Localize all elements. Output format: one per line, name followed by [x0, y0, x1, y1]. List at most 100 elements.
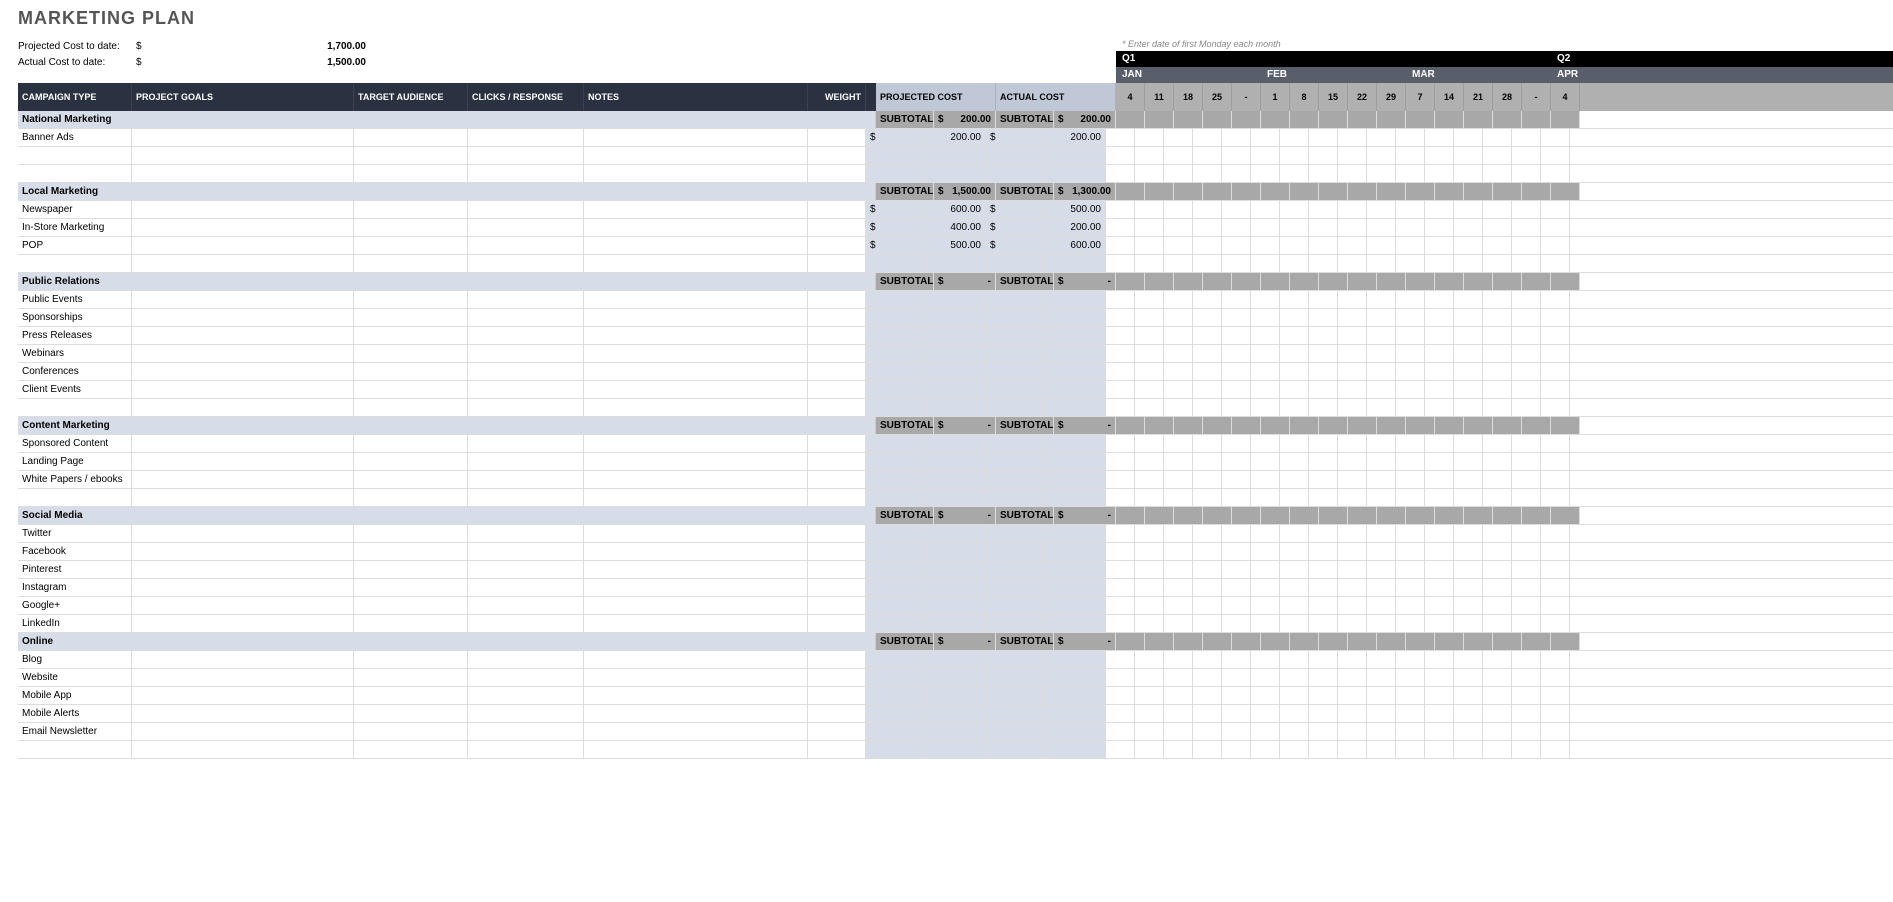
date-cell[interactable] [1164, 489, 1193, 506]
date-cell[interactable] [1483, 471, 1512, 488]
date-cell[interactable] [1541, 381, 1570, 398]
campaign-name-cell[interactable]: White Papers / ebooks [18, 471, 132, 488]
date-cell[interactable] [1222, 435, 1251, 452]
projected-cost-curr-cell[interactable] [866, 561, 924, 578]
projected-cost-value-cell[interactable] [924, 543, 986, 560]
project-goals-cell[interactable] [132, 543, 354, 560]
date-cell[interactable] [1106, 543, 1135, 560]
clicks-response-cell[interactable] [468, 381, 584, 398]
projected-cost-value-cell[interactable] [924, 579, 986, 596]
date-cell[interactable] [1251, 129, 1280, 146]
weight-cell[interactable] [808, 579, 866, 596]
notes-cell[interactable] [584, 255, 808, 272]
target-audience-cell[interactable] [354, 489, 468, 506]
date-cell[interactable] [1280, 471, 1309, 488]
date-cell[interactable] [1164, 291, 1193, 308]
notes-cell[interactable] [584, 399, 808, 416]
date-cell[interactable] [1135, 129, 1164, 146]
notes-cell[interactable] [584, 651, 808, 668]
date-cell[interactable] [1251, 597, 1280, 614]
date-cell[interactable] [1551, 417, 1580, 434]
date-cell[interactable] [1551, 507, 1580, 524]
date-cell[interactable] [1309, 435, 1338, 452]
date-cell[interactable] [1512, 309, 1541, 326]
date-cell[interactable] [1251, 525, 1280, 542]
date-cell[interactable] [1222, 471, 1251, 488]
date-cell[interactable] [1454, 579, 1483, 596]
date-cell[interactable] [1222, 687, 1251, 704]
project-goals-cell[interactable] [132, 597, 354, 614]
date-cell[interactable] [1425, 615, 1454, 632]
date-cell[interactable] [1135, 435, 1164, 452]
actual-cost-curr-cell[interactable] [986, 327, 1044, 344]
date-cell[interactable] [1135, 543, 1164, 560]
weight-cell[interactable] [808, 687, 866, 704]
date-cell[interactable] [1145, 273, 1174, 290]
date-cell[interactable] [1164, 255, 1193, 272]
target-audience-cell[interactable] [354, 237, 468, 254]
date-cell[interactable] [1512, 741, 1541, 758]
date-cell[interactable] [1541, 309, 1570, 326]
date-cell[interactable] [1512, 453, 1541, 470]
date-cell[interactable] [1512, 201, 1541, 218]
date-cell[interactable] [1396, 309, 1425, 326]
date-cell[interactable] [1367, 219, 1396, 236]
date-cell[interactable] [1309, 291, 1338, 308]
project-goals-cell[interactable] [132, 291, 354, 308]
date-cell[interactable] [1251, 543, 1280, 560]
date-cell[interactable] [1106, 471, 1135, 488]
date-cell[interactable] [1116, 111, 1145, 128]
clicks-response-cell[interactable] [468, 399, 584, 416]
target-audience-cell[interactable] [354, 309, 468, 326]
date-cell[interactable] [1551, 633, 1580, 650]
date-cell[interactable] [1309, 651, 1338, 668]
date-cell[interactable] [1193, 723, 1222, 740]
projected-cost-curr-cell[interactable] [866, 309, 924, 326]
actual-cost-value-cell[interactable] [1044, 687, 1106, 704]
date-cell[interactable] [1280, 255, 1309, 272]
date-cell[interactable] [1454, 291, 1483, 308]
date-cell[interactable] [1261, 507, 1290, 524]
date-cell[interactable] [1116, 633, 1145, 650]
campaign-name-cell[interactable]: Pinterest [18, 561, 132, 578]
target-audience-cell[interactable] [354, 741, 468, 758]
date-cell[interactable] [1261, 417, 1290, 434]
weight-cell[interactable] [808, 327, 866, 344]
date-cell[interactable] [1106, 489, 1135, 506]
actual-cost-curr-cell[interactable] [986, 543, 1044, 560]
project-goals-cell[interactable] [132, 345, 354, 362]
date-cell[interactable] [1454, 219, 1483, 236]
projected-cost-curr-cell[interactable]: $ [866, 201, 924, 218]
date-cell[interactable] [1193, 237, 1222, 254]
date-cell[interactable] [1164, 525, 1193, 542]
date-cell[interactable] [1232, 507, 1261, 524]
projected-cost-curr-cell[interactable] [866, 345, 924, 362]
date-cell[interactable] [1251, 435, 1280, 452]
date-cell[interactable] [1454, 363, 1483, 380]
date-cell[interactable] [1483, 669, 1512, 686]
date-cell[interactable] [1396, 219, 1425, 236]
date-cell[interactable] [1483, 147, 1512, 164]
date-cell[interactable] [1280, 543, 1309, 560]
date-cell[interactable] [1348, 183, 1377, 200]
date-cell[interactable] [1261, 111, 1290, 128]
date-cell[interactable] [1280, 723, 1309, 740]
date-cell[interactable] [1164, 237, 1193, 254]
date-cell[interactable] [1425, 651, 1454, 668]
date-cell[interactable] [1348, 507, 1377, 524]
date-cell[interactable] [1425, 165, 1454, 182]
date-cell[interactable] [1367, 651, 1396, 668]
date-cell[interactable] [1425, 669, 1454, 686]
date-cell[interactable] [1106, 381, 1135, 398]
date-cell[interactable] [1512, 723, 1541, 740]
projected-cost-value-cell[interactable] [924, 399, 986, 416]
date-cell[interactable] [1309, 723, 1338, 740]
weight-cell[interactable] [808, 345, 866, 362]
date-cell[interactable] [1164, 327, 1193, 344]
date-cell[interactable] [1251, 363, 1280, 380]
campaign-name-cell[interactable]: Blog [18, 651, 132, 668]
date-cell[interactable] [1435, 183, 1464, 200]
date-cell[interactable] [1512, 345, 1541, 362]
date-cell[interactable] [1145, 417, 1174, 434]
date-cell[interactable] [1222, 219, 1251, 236]
